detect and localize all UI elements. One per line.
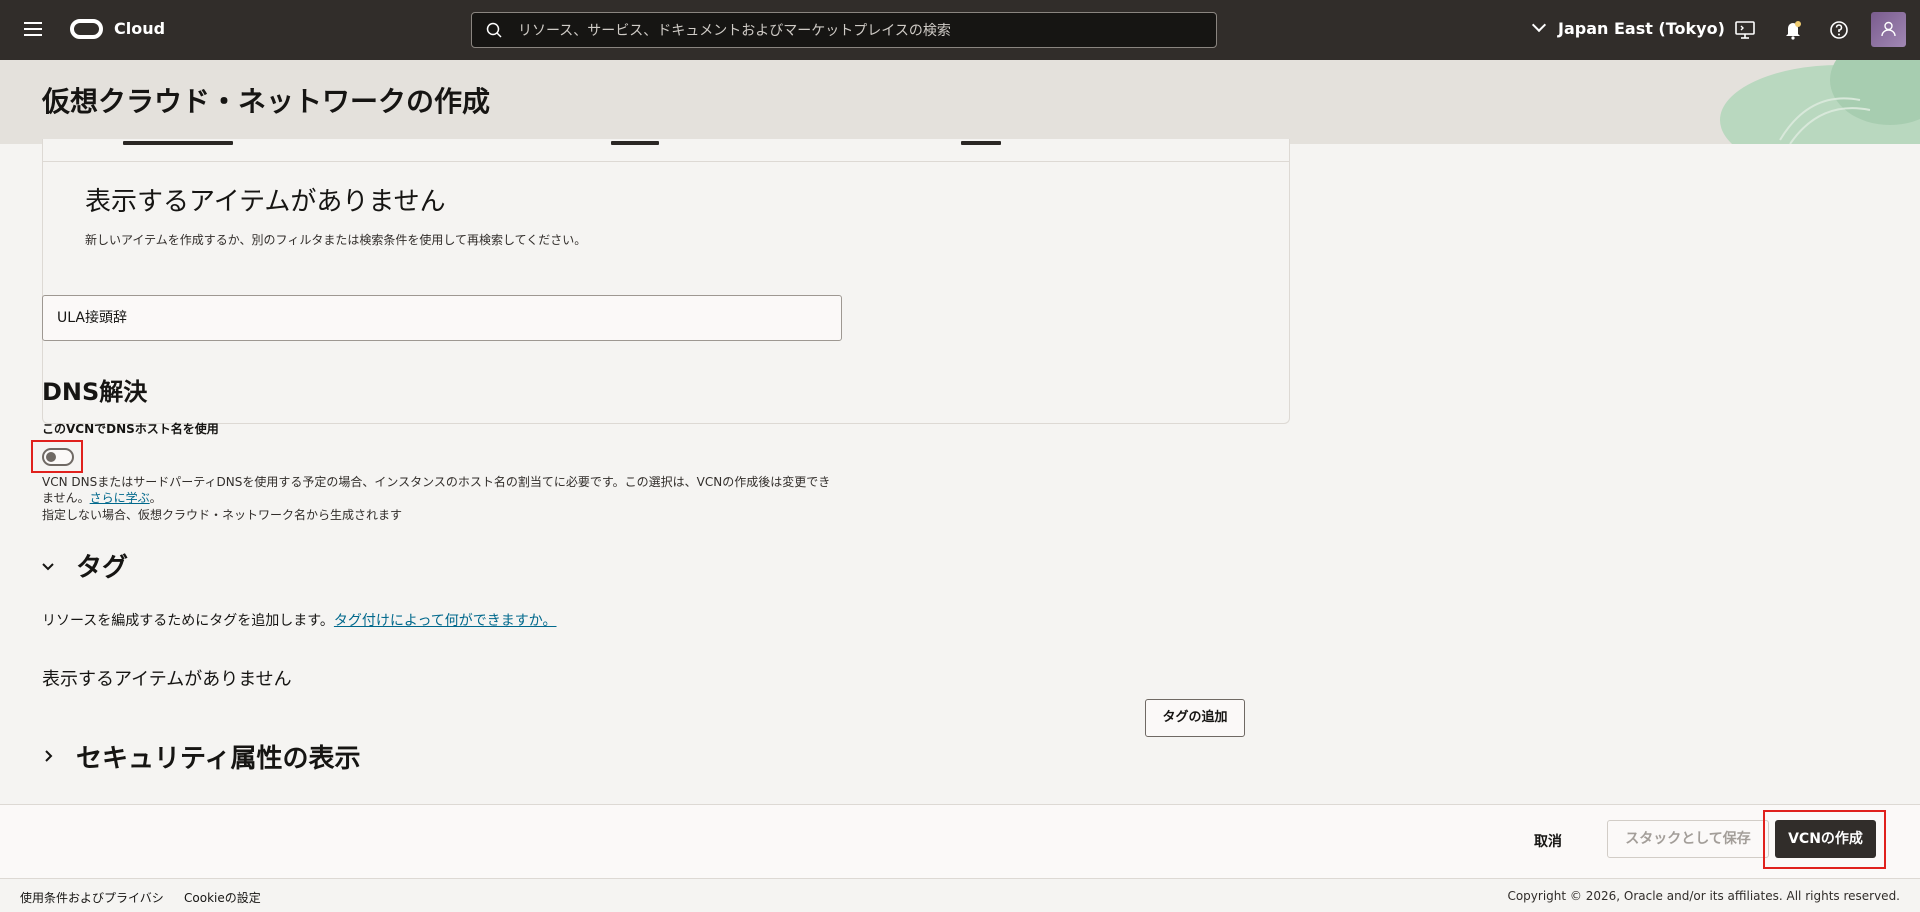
search-input[interactable]: [516, 13, 1210, 49]
terms-privacy-link[interactable]: 使用条件およびプライバシ: [20, 889, 164, 906]
page-title: 仮想クラウド・ネットワークの作成: [42, 85, 491, 118]
security-attributes-heading[interactable]: セキュリティ属性の表示: [76, 738, 360, 775]
form-action-bar: 取消 スタックとして保存 VCNの作成: [0, 804, 1920, 879]
ipv6-prefix-table: 表示するアイテムがありません 新しいアイテムを作成するか、別のフィルタまたは検索…: [42, 139, 1290, 424]
copyright-text: Copyright © 2026, Oracle and/or its affi…: [1507, 889, 1900, 903]
add-tag-button[interactable]: タグの追加: [1145, 699, 1245, 737]
table-header-row: [43, 139, 1289, 162]
header-decoration-icon: [1720, 60, 1920, 144]
region-selector[interactable]: Japan East (Tokyo): [1531, 17, 1725, 38]
dns-hostname-toggle[interactable]: [42, 448, 74, 466]
user-avatar[interactable]: [1871, 12, 1906, 47]
toggle-knob: [46, 452, 56, 462]
cloud-shell-icon[interactable]: [1734, 19, 1756, 41]
chevron-down-icon[interactable]: [42, 560, 54, 572]
form-content: 表示するアイテムがありません 新しいアイテムを作成するか、別のフィルタまたは検索…: [0, 139, 1920, 804]
empty-state-subtitle: 新しいアイテムを作成するか、別のフィルタまたは検索条件を使用して再検索してくださ…: [85, 233, 587, 247]
top-navigation-bar: Cloud Japan East (Tokyo): [0, 0, 1920, 60]
page-header: 仮想クラウド・ネットワークの作成: [0, 60, 1920, 144]
page-footer: 使用条件およびプライバシ Cookieの設定 Copyright © 2026,…: [0, 878, 1920, 912]
region-label: Japan East (Tokyo): [1558, 19, 1725, 38]
tagging-help-link[interactable]: タグ付けによって何ができますか。: [334, 613, 557, 629]
empty-state-title: 表示するアイテムがありません: [85, 187, 446, 217]
chevron-right-icon[interactable]: [42, 750, 54, 762]
brand-name[interactable]: Cloud: [114, 19, 165, 38]
save-as-stack-button: スタックとして保存: [1607, 820, 1769, 858]
dns-note: 指定しない場合、仮想クラウド・ネットワーク名から生成されます: [42, 508, 403, 522]
tags-section-heading[interactable]: タグ: [76, 547, 128, 584]
column-header-1: [123, 141, 233, 145]
dns-resolution-heading: DNS解決: [42, 378, 148, 406]
column-header-3: [961, 141, 1001, 145]
column-header-2: [611, 141, 659, 145]
user-icon: [1881, 21, 1896, 37]
create-vcn-button[interactable]: VCNの作成: [1775, 820, 1876, 858]
oracle-logo-icon[interactable]: [70, 19, 103, 39]
learn-more-link[interactable]: さらに学ぶ: [90, 491, 150, 505]
help-icon[interactable]: [1828, 19, 1850, 41]
search-box[interactable]: [471, 12, 1217, 49]
search-icon: [486, 22, 502, 38]
dns-help-text: VCN DNSまたはサードパーティDNSを使用する予定の場合、インスタンスのホス…: [42, 474, 842, 506]
cancel-button[interactable]: 取消: [1534, 831, 1562, 851]
dns-help-suffix: 。: [149, 491, 162, 505]
notification-bell-icon[interactable]: [1782, 19, 1804, 41]
dns-hostname-label: このVCNでDNSホスト名を使用: [42, 422, 219, 436]
menu-icon[interactable]: [24, 22, 44, 38]
tags-description: リソースを編成するためにタグを追加します。タグ付けによって何ができますか。: [42, 610, 557, 630]
tags-description-text: リソースを編成するためにタグを追加します。: [42, 613, 334, 629]
chevron-down-icon: [1531, 17, 1547, 33]
tags-empty-state: 表示するアイテムがありません: [42, 669, 292, 690]
cookie-settings-link[interactable]: Cookieの設定: [184, 889, 261, 906]
ula-prefix-field[interactable]: ULA接頭辞: [42, 295, 842, 341]
